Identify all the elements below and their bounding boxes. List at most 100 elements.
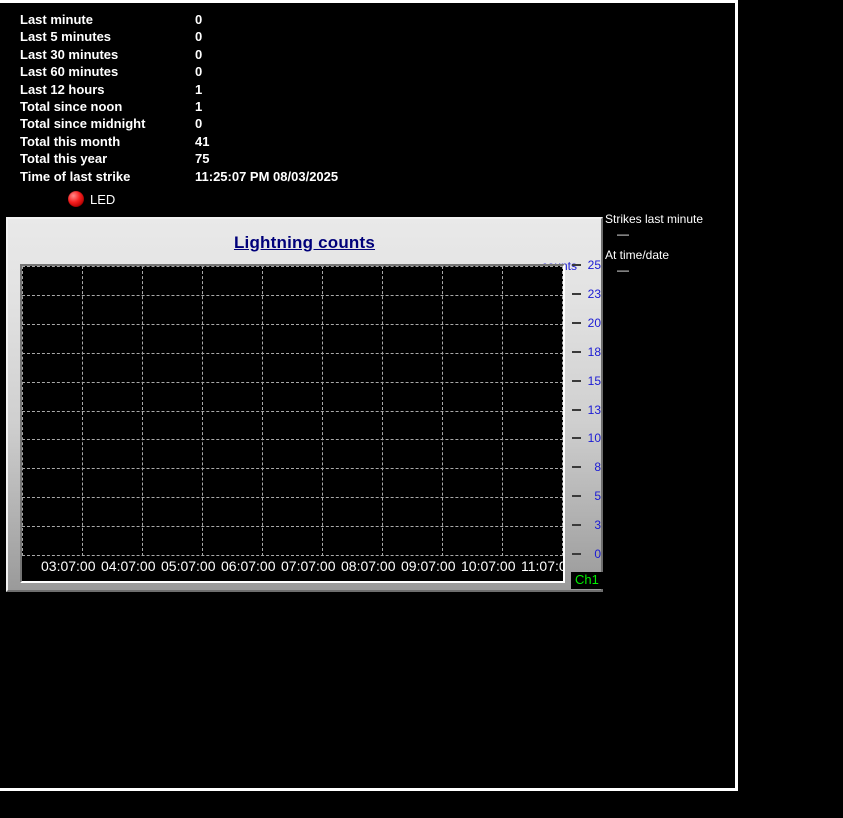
y-tick-mark bbox=[572, 351, 581, 353]
y-tick-mark bbox=[572, 409, 581, 411]
gridline-horizontal bbox=[22, 526, 563, 527]
x-tick-label: 08:07:00 bbox=[341, 558, 396, 574]
y-axis-tick: 5 bbox=[572, 489, 601, 503]
gridline-vertical bbox=[562, 266, 563, 556]
y-tick-label: 18 bbox=[587, 345, 601, 359]
gridline-horizontal bbox=[22, 382, 563, 383]
gridline-horizontal bbox=[22, 468, 563, 469]
gridline-vertical bbox=[142, 266, 143, 556]
y-axis-ticks: 25 23 20 18 15 13 10 8 5 3 0 bbox=[567, 258, 601, 561]
stat-row: Total since noon 1 bbox=[20, 98, 202, 115]
side-info-value: — bbox=[617, 227, 629, 241]
x-tick-label: 05:07:00 bbox=[161, 558, 216, 574]
y-tick-mark bbox=[572, 437, 581, 439]
stat-value: 1 bbox=[195, 81, 203, 97]
stat-label: Last 5 minutes bbox=[20, 29, 112, 45]
stat-value: 41 bbox=[195, 133, 210, 149]
gridline-vertical bbox=[502, 266, 503, 556]
stat-label: Total this month bbox=[20, 133, 121, 149]
gridline-horizontal bbox=[22, 497, 563, 498]
y-tick-mark bbox=[572, 495, 581, 497]
stat-value: 0 bbox=[195, 46, 203, 62]
y-tick-label: 10 bbox=[587, 431, 601, 445]
side-info-block: Strikes last minute — bbox=[605, 212, 735, 242]
gridline-horizontal bbox=[22, 295, 563, 296]
stat-row: Last minute 0 bbox=[20, 11, 202, 28]
y-axis-tick: 25 bbox=[572, 258, 601, 272]
gridline-horizontal bbox=[22, 324, 563, 325]
side-info-panel: Strikes last minute — At time/date — bbox=[605, 212, 735, 302]
y-axis-tick: 10 bbox=[572, 431, 601, 445]
y-tick-label: 13 bbox=[587, 403, 601, 417]
stat-label: Last 30 minutes bbox=[20, 46, 119, 62]
stat-row: Total this year 75 bbox=[20, 150, 209, 167]
gridline-vertical bbox=[22, 266, 23, 556]
gridline-vertical bbox=[82, 266, 83, 556]
y-tick-label: 5 bbox=[594, 489, 601, 503]
y-axis-tick: 23 bbox=[572, 287, 601, 301]
y-tick-label: 15 bbox=[587, 374, 601, 388]
stat-label: Last 60 minutes bbox=[20, 64, 119, 80]
stat-label: Last 12 hours bbox=[20, 81, 105, 97]
y-tick-mark bbox=[572, 293, 581, 295]
y-axis-tick: 3 bbox=[572, 518, 601, 532]
gridline-horizontal bbox=[22, 266, 563, 267]
y-tick-mark bbox=[572, 322, 581, 324]
y-tick-mark bbox=[572, 524, 581, 526]
y-tick-mark bbox=[572, 380, 581, 382]
y-axis-tick: 8 bbox=[572, 460, 601, 474]
stat-value: 1 bbox=[195, 99, 203, 114]
stat-row: Total since midnight 0 bbox=[20, 115, 202, 132]
side-info-label: At time/date bbox=[605, 248, 670, 262]
gridline-vertical bbox=[322, 266, 323, 556]
x-tick-label: 09:07:00 bbox=[401, 558, 456, 574]
x-tick-label: 03:07:00 bbox=[41, 558, 96, 574]
gridline-horizontal bbox=[22, 353, 563, 354]
stat-label: Total this year bbox=[20, 151, 108, 167]
stat-row: Last 12 hours 1 bbox=[20, 81, 202, 98]
y-tick-label: 0 bbox=[594, 547, 601, 561]
y-tick-label: 20 bbox=[587, 316, 601, 330]
stat-value: 75 bbox=[195, 151, 210, 167]
chart-title: Lightning counts bbox=[233, 233, 376, 252]
gridline-horizontal bbox=[22, 411, 563, 412]
gridline-horizontal bbox=[22, 439, 563, 440]
y-axis-tick: 13 bbox=[572, 403, 601, 417]
stat-value: 0 bbox=[195, 64, 203, 80]
application-window: Last minute 0 Last 5 minutes 0 Last 30 minut… bbox=[0, 0, 738, 791]
stat-value: 11:25:07 PM 08/03/2025 bbox=[195, 168, 339, 184]
graph-box[interactable]: 03:07:00 04:07:00 05:07:00 06:07:00 07:07:00… bbox=[20, 264, 565, 583]
stat-label: Total since midnight bbox=[20, 116, 146, 132]
y-tick-label: 8 bbox=[594, 460, 601, 474]
stat-label: Time of last strike bbox=[20, 168, 131, 184]
gridline-vertical bbox=[382, 266, 383, 556]
stat-value: 0 bbox=[195, 116, 203, 132]
stat-value: 0 bbox=[195, 12, 203, 27]
lightning-stats-panel: Last minute 0 Last 5 minutes 0 Last 30 minut… bbox=[0, 3, 735, 185]
y-tick-label: 3 bbox=[594, 518, 601, 532]
legend-channel-1[interactable]: Ch1 bbox=[571, 572, 603, 589]
x-tick-label: 11:07:00 bbox=[521, 558, 563, 574]
y-axis-tick: 15 bbox=[572, 374, 601, 388]
side-info-label: Strikes last minute bbox=[605, 212, 704, 226]
led-indicator-icon bbox=[68, 191, 84, 207]
y-axis-tick: 18 bbox=[572, 345, 601, 359]
y-axis-tick: 0 bbox=[572, 547, 601, 561]
stat-row: Time of last strike 11:25:07 PM 08/03/202… bbox=[20, 168, 338, 185]
y-axis-tick: 20 bbox=[572, 316, 601, 330]
x-tick-label: 06:07:00 bbox=[221, 558, 276, 574]
x-tick-label: 04:07:00 bbox=[101, 558, 156, 574]
y-tick-label: 23 bbox=[587, 287, 601, 301]
chart-panel: Lightning counts counts 03:07:0004:07:00… bbox=[6, 217, 603, 592]
y-tick-mark bbox=[572, 264, 581, 266]
stat-row: Last 5 minutes 0 bbox=[20, 28, 202, 45]
stat-row: Last 30 minutes 0 bbox=[20, 46, 202, 63]
x-tick-label: 07:07:00 bbox=[281, 558, 336, 574]
plot-area[interactable] bbox=[22, 266, 563, 556]
led-label: LED bbox=[90, 191, 116, 207]
y-tick-mark bbox=[572, 466, 581, 468]
y-tick-mark bbox=[572, 553, 581, 555]
client-area: Last minute 0 Last 5 minutes 0 Last 30 minut… bbox=[0, 3, 735, 788]
stat-label: Last minute bbox=[20, 12, 93, 27]
stat-row: Total this month 41 bbox=[20, 133, 209, 150]
